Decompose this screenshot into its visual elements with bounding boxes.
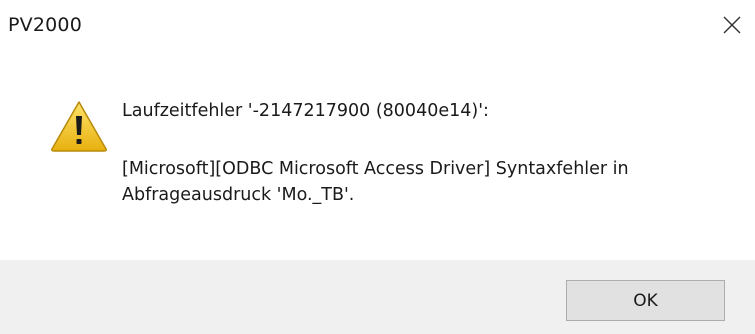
window-title: PV2000 xyxy=(8,14,83,36)
error-title: Laufzeitfehler '-2147217900 (80040e14)': xyxy=(122,101,489,121)
ok-button[interactable]: OK xyxy=(566,280,725,321)
message-dialog: PV2000 Laufzeitfehler '-2147217900 (8004… xyxy=(0,0,755,334)
warning-icon xyxy=(51,101,107,152)
close-icon xyxy=(723,16,741,34)
error-detail-line-2: Abfrageausdruck 'Mo._TB'. xyxy=(122,185,355,205)
close-button[interactable] xyxy=(715,8,749,42)
error-detail-line-1: [Microsoft][ODBC Microsoft Access Driver… xyxy=(122,159,629,179)
button-bar: OK xyxy=(0,260,755,334)
error-message: Laufzeitfehler '-2147217900 (80040e14)':… xyxy=(122,98,722,208)
